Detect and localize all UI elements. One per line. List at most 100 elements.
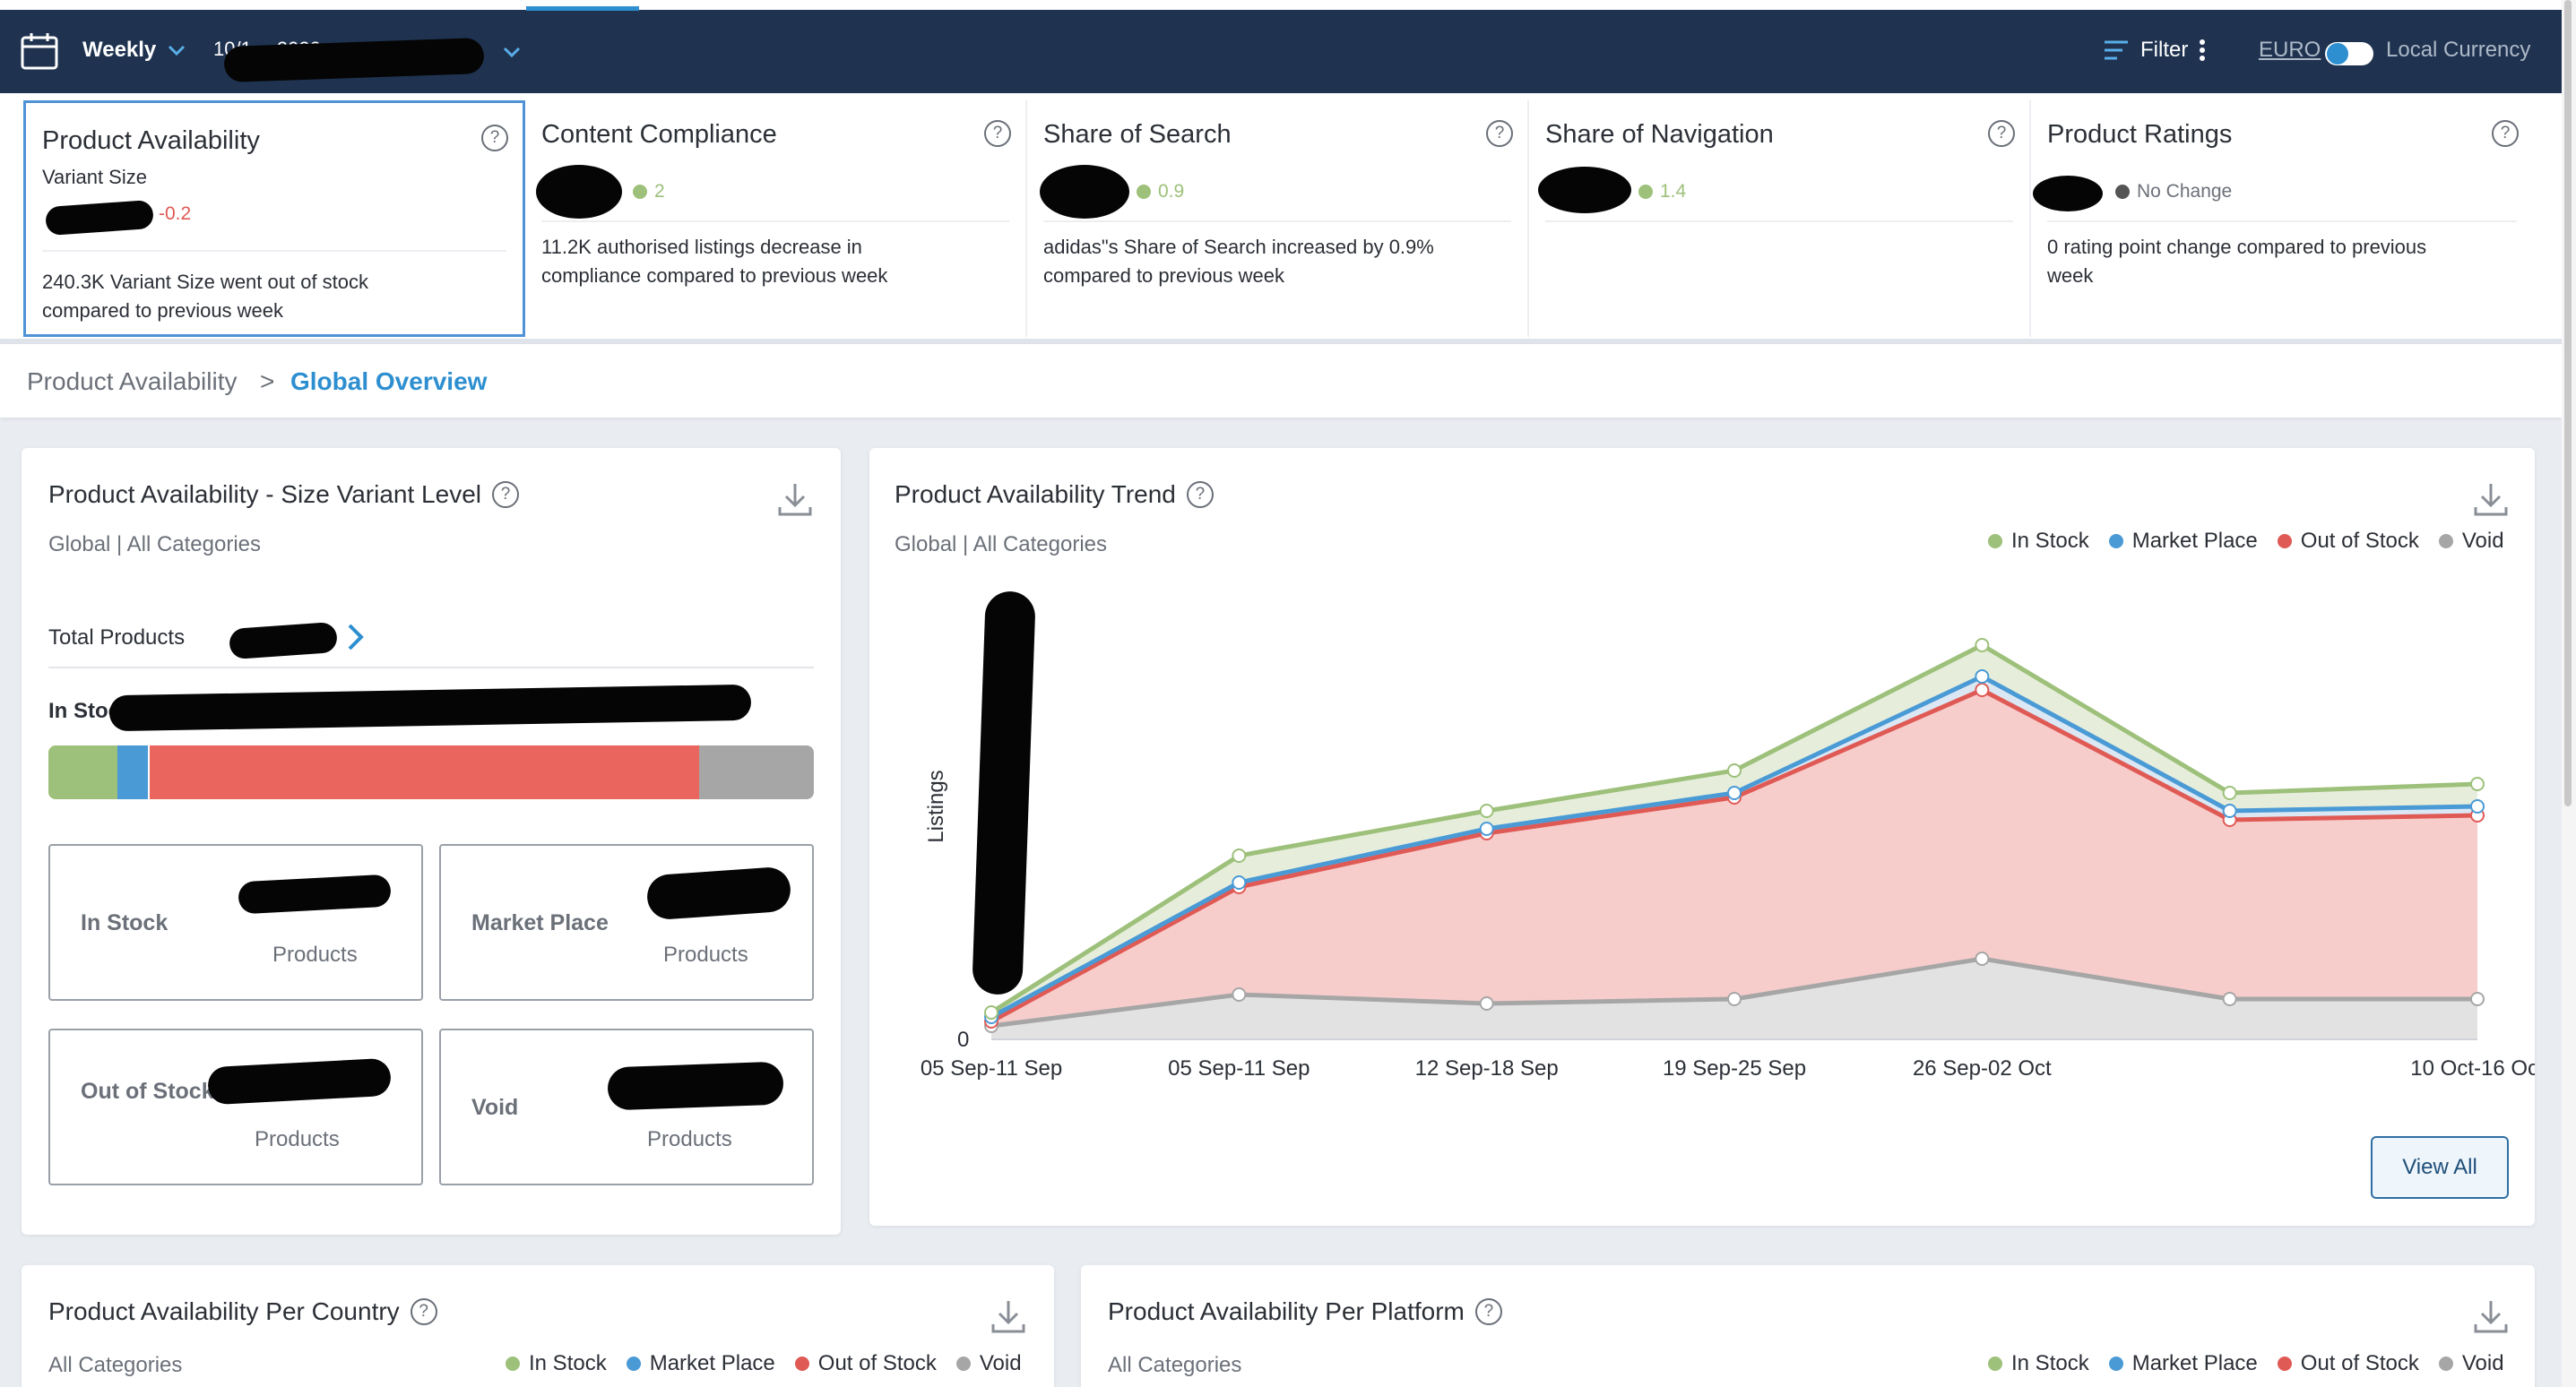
stat-card-market-place[interactable]: Market Place Products	[439, 844, 814, 1001]
legend-item-out-of-stock[interactable]: Out of Stock	[2277, 529, 2419, 554]
legend-label: Market Place	[2131, 1351, 2258, 1375]
help-icon[interactable]: ?	[492, 481, 519, 508]
data-point	[1727, 992, 1742, 1006]
kpi-card-content-compliance[interactable]: Content Compliance ? 2 11.2K authorised …	[525, 100, 1027, 337]
data-point	[1727, 763, 1742, 778]
card-title: Product Availability Trend ?	[895, 480, 1214, 509]
help-icon[interactable]: ?	[1988, 120, 2015, 147]
kpi-strip: Product Availability ? Variant Size -0.2…	[0, 93, 2562, 344]
more-vertical-icon[interactable]	[2199, 39, 2206, 62]
stat-card-void[interactable]: Void Products	[439, 1029, 814, 1185]
delta-value: 2	[654, 181, 665, 202]
chevron-down-icon	[169, 45, 186, 56]
data-point	[1232, 987, 1247, 1002]
legend-label: Out of Stock	[817, 1351, 937, 1375]
size-variant-card: Product Availability - Size Variant Leve…	[22, 448, 841, 1235]
split-segment-out-of-stock	[149, 745, 700, 799]
scrollbar-thumb[interactable]	[2564, 0, 2572, 806]
legend-dot	[2438, 1357, 2453, 1371]
download-icon[interactable]	[776, 480, 814, 518]
period-selector[interactable]: Weekly	[82, 38, 186, 63]
help-icon[interactable]: ?	[1486, 120, 1513, 147]
currency-toggle[interactable]	[2325, 42, 2373, 65]
card-subtitle: Global | All Categories	[48, 532, 262, 556]
redaction-mark	[536, 165, 622, 219]
currency-euro-option[interactable]: EURO	[2259, 38, 2321, 63]
kpi-title: Content Compliance	[541, 120, 777, 149]
divider	[541, 220, 1009, 222]
legend-item-void[interactable]: Void	[2438, 1351, 2504, 1376]
legend-item-out-of-stock[interactable]: Out of Stock	[794, 1351, 937, 1376]
legend-label: Void	[979, 1351, 1022, 1375]
download-icon[interactable]	[2472, 1297, 2510, 1335]
redaction-mark	[238, 874, 392, 915]
delta-value: -0.2	[159, 203, 192, 224]
kpi-description: 240.3K Variant Size went out of stock co…	[42, 271, 369, 322]
kpi-title: Product Ratings	[2047, 120, 2233, 149]
redaction-mark	[607, 1061, 784, 1111]
card-title-text: Product Availability Trend	[895, 480, 1176, 508]
legend-item-in-stock[interactable]: In Stock	[1988, 529, 2089, 554]
help-icon[interactable]: ?	[1474, 1298, 1502, 1325]
period-label: Weekly	[82, 38, 157, 62]
data-point	[1232, 875, 1247, 890]
calendar-icon[interactable]	[20, 31, 59, 71]
kpi-delta: -0.2	[159, 203, 191, 225]
legend-item-in-stock[interactable]: In Stock	[506, 1351, 607, 1376]
data-point	[2470, 777, 2485, 791]
legend-dot	[506, 1357, 520, 1371]
data-point	[2222, 786, 2237, 800]
legend-item-market-place[interactable]: Market Place	[2108, 529, 2258, 554]
kpi-card-share-of-navigation[interactable]: Share of Navigation ? 1.4	[1529, 100, 2031, 337]
card-subtitle: All Categories	[48, 1353, 183, 1377]
scrollbar-track[interactable]	[2562, 0, 2576, 1387]
help-icon[interactable]: ?	[984, 120, 1011, 147]
split-segment-in-stock	[48, 745, 117, 799]
download-icon[interactable]	[2472, 480, 2510, 518]
legend-label: Market Place	[2131, 529, 2258, 553]
stat-card-in-stock[interactable]: In Stock Products	[48, 844, 423, 1001]
status-dot	[633, 185, 647, 199]
currency-local-option[interactable]: Local Currency	[2386, 38, 2530, 63]
help-icon[interactable]: ?	[2492, 120, 2519, 147]
chevron-right-icon[interactable]	[344, 622, 367, 652]
card-title: Product Availability Per Platform ?	[1108, 1297, 1502, 1326]
status-dot	[1137, 185, 1151, 199]
view-all-button[interactable]: View All	[2371, 1136, 2509, 1199]
split-segment-void	[699, 745, 814, 799]
legend-label: Out of Stock	[2300, 1351, 2419, 1375]
legend-item-in-stock[interactable]: In Stock	[1988, 1351, 2089, 1376]
legend-item-void[interactable]: Void	[955, 1351, 1022, 1376]
data-point	[1479, 822, 1494, 836]
chevron-down-icon[interactable]	[502, 42, 522, 62]
legend-dot	[955, 1357, 971, 1371]
kpi-card-share-of-search[interactable]: Share of Search ? 0.9 adidas"s Share of …	[1027, 100, 1529, 337]
chart-legend: In Stock Market Place Out of Stock Void	[506, 1351, 1022, 1376]
card-title: Product Availability - Size Variant Leve…	[48, 480, 519, 509]
card-subtitle: Global | All Categories	[895, 532, 1108, 556]
legend-item-market-place[interactable]: Market Place	[626, 1351, 775, 1376]
kpi-card-product-availability[interactable]: Product Availability ? Variant Size -0.2…	[23, 100, 525, 337]
card-title-text: Product Availability - Size Variant Leve…	[48, 480, 481, 508]
stat-card-out-of-stock[interactable]: Out of Stock Products	[48, 1029, 423, 1185]
help-icon[interactable]: ?	[1186, 481, 1214, 508]
download-icon[interactable]	[990, 1297, 1027, 1335]
status-dot	[2115, 185, 2130, 199]
legend-item-void[interactable]: Void	[2438, 529, 2504, 554]
legend-item-market-place[interactable]: Market Place	[2108, 1351, 2258, 1376]
breadcrumb-parent[interactable]: Product Availability	[27, 367, 238, 396]
divider	[2047, 220, 2517, 222]
kpi-card-product-ratings[interactable]: Product Ratings ? No Change 0 rating poi…	[2031, 100, 2533, 337]
legend-label: Market Place	[649, 1351, 775, 1375]
help-icon[interactable]: ?	[410, 1298, 437, 1325]
card-subtitle: All Categories	[1108, 1353, 1242, 1377]
legend-item-out-of-stock[interactable]: Out of Stock	[2277, 1351, 2419, 1376]
delta-value: No Change	[2137, 181, 2233, 202]
kpi-subtitle: Variant Size	[42, 166, 147, 188]
divider	[1545, 220, 2013, 222]
help-icon[interactable]: ?	[481, 125, 508, 151]
chart-legend: In Stock Market Place Out of Stock Void	[1988, 1351, 2504, 1376]
filter-button[interactable]: Filter	[2103, 38, 2206, 63]
legend-label: In Stock	[529, 1351, 607, 1375]
kpi-description: 0 rating point change compared to previo…	[2047, 236, 2427, 287]
